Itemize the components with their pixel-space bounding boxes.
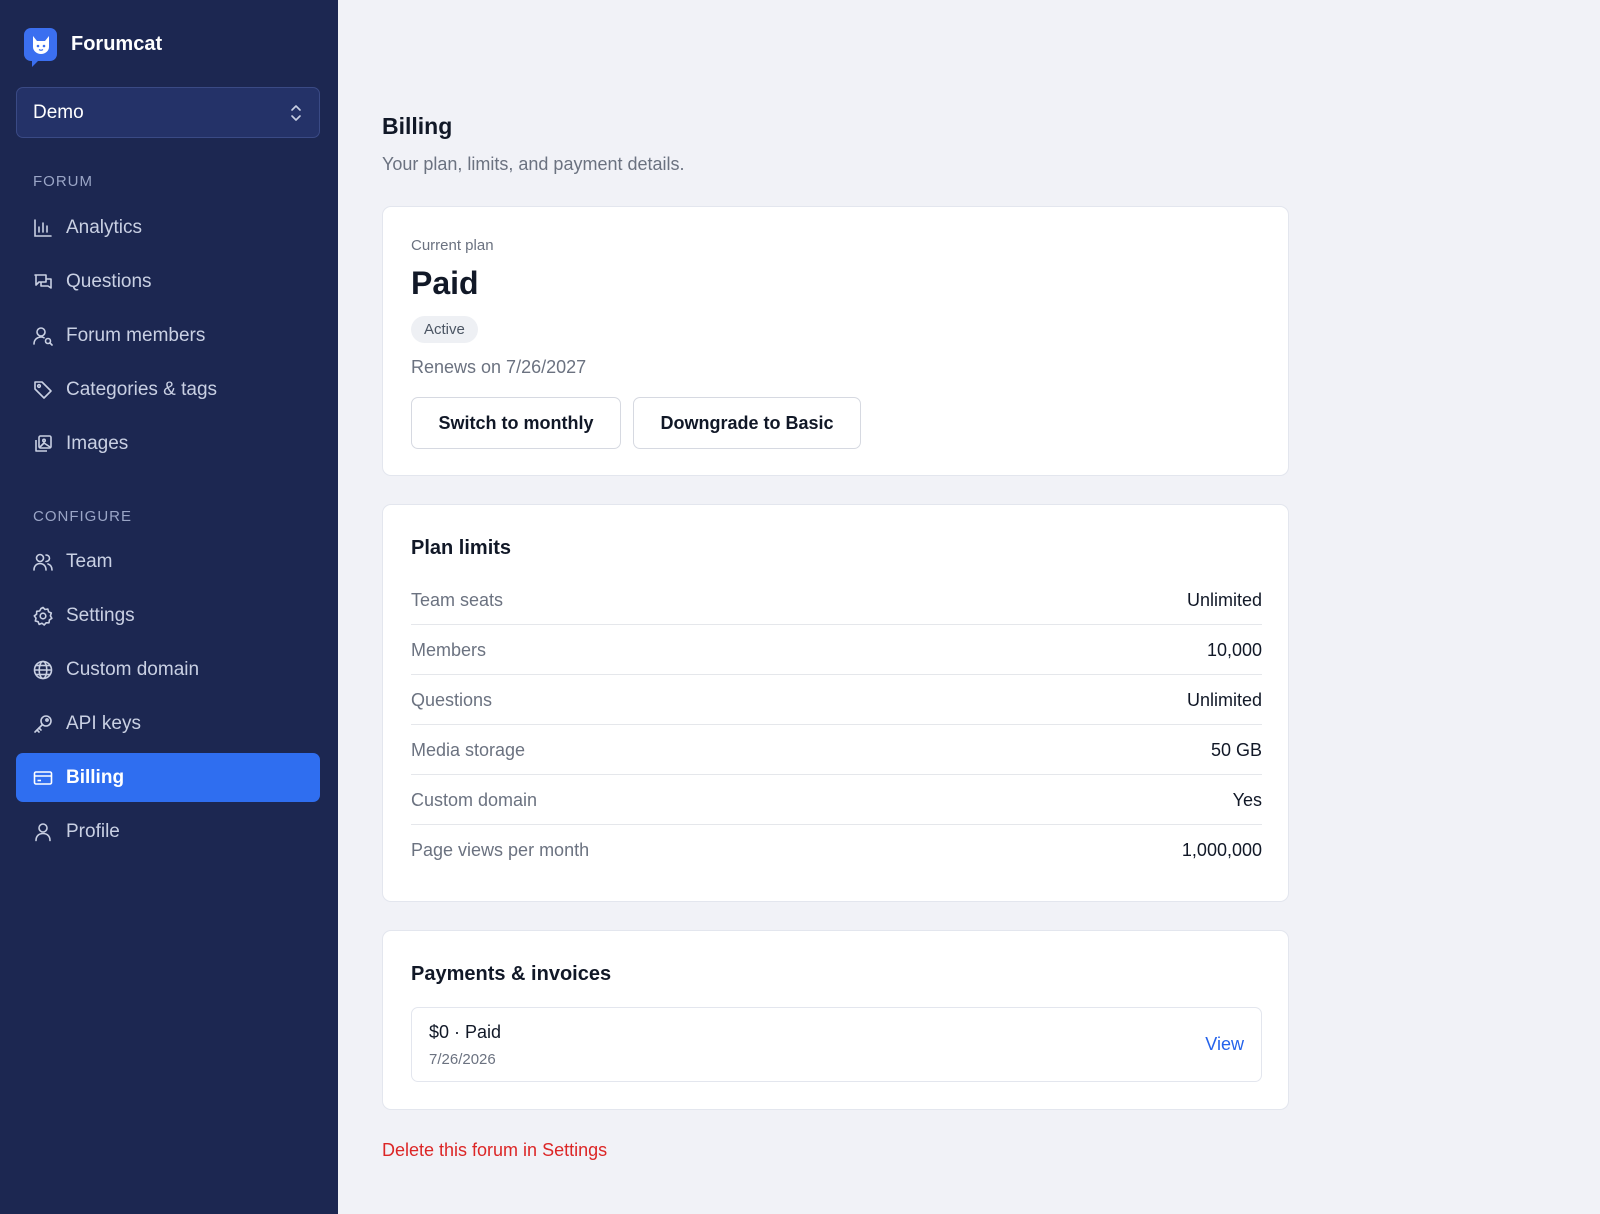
sidebar-item-analytics[interactable]: Analytics [16, 203, 320, 252]
limit-value: Yes [1232, 789, 1262, 810]
plan-name: Paid [411, 265, 479, 301]
section-label-forum: FORUM [33, 173, 93, 190]
limit-label: Questions [411, 689, 493, 710]
limit-row-media-storage: Media storage 50 GB [411, 725, 1262, 775]
limit-value: Unlimited [1186, 689, 1262, 710]
sidebar-item-api-keys[interactable]: API keys [16, 699, 320, 748]
chat-bubbles-icon [33, 272, 53, 292]
globe-icon [33, 660, 53, 680]
workspace-switcher[interactable]: Demo [16, 87, 320, 138]
sidebar-item-label: Team [66, 550, 113, 572]
plan-kicker: Current plan [411, 237, 494, 254]
limit-label: Page views per month [411, 839, 590, 860]
limit-label: Members [411, 639, 487, 660]
limit-value: 10,000 [1206, 639, 1262, 660]
payments-title: Payments & invoices [411, 963, 612, 985]
status-badge: Active [411, 316, 478, 343]
delete-forum-link[interactable]: Delete this forum in Settings [382, 1140, 607, 1161]
sidebar-item-custom-domain[interactable]: Custom domain [16, 645, 320, 694]
limit-row-team-seats: Team seats Unlimited [411, 575, 1262, 625]
key-icon [33, 714, 53, 734]
limit-value: Unlimited [1186, 589, 1262, 610]
limit-label: Custom domain [411, 789, 538, 810]
downgrade-to-basic-button[interactable]: Downgrade to Basic [633, 397, 861, 449]
user-search-icon [33, 326, 53, 346]
users-icon [33, 552, 53, 572]
sidebar-item-label: Categories & tags [66, 378, 218, 400]
sidebar-item-label: Analytics [66, 216, 143, 238]
brand[interactable]: Forumcat [24, 28, 163, 67]
limit-row-questions: Questions Unlimited [411, 675, 1262, 725]
chevron-up-down-icon [291, 104, 301, 121]
renewal-date: Renews on 7/26/2027 [411, 357, 587, 377]
payments-card: Payments & invoices $0 · Paid 7/26/2026 … [382, 930, 1289, 1110]
sidebar-item-label: Billing [66, 766, 125, 788]
sidebar-item-forum-members[interactable]: Forum members [16, 311, 320, 360]
invoice-date: 7/26/2026 [429, 1051, 496, 1068]
sidebar-item-questions[interactable]: Questions [16, 257, 320, 306]
sidebar-item-label: Forum members [66, 324, 206, 346]
bar-chart-icon [33, 218, 53, 238]
limit-value: 50 GB [1210, 739, 1262, 760]
sidebar-item-label: Custom domain [66, 658, 200, 680]
section-label-configure: CONFIGURE [33, 508, 132, 525]
cat-logo-icon [24, 28, 57, 67]
brand-name: Forumcat [71, 33, 163, 55]
sidebar-item-label: Questions [66, 270, 152, 292]
sidebar-item-billing[interactable]: Billing [16, 753, 320, 802]
page-title: Billing [382, 113, 453, 139]
sidebar-item-label: Images [66, 432, 129, 454]
user-icon [33, 822, 53, 842]
workspace-name: Demo [33, 101, 84, 123]
credit-card-icon [33, 768, 53, 788]
limit-label: Media storage [411, 739, 526, 760]
sidebar-item-label: Settings [66, 604, 135, 626]
image-stack-icon [33, 434, 53, 454]
plan-limits-title: Plan limits [411, 537, 512, 559]
gear-icon [33, 606, 53, 626]
page-subtitle: Your plan, limits, and payment details. [382, 154, 685, 174]
limit-label: Team seats [411, 589, 504, 610]
tag-icon [33, 380, 53, 400]
sidebar-item-images[interactable]: Images [16, 419, 320, 468]
view-invoice-link[interactable]: View [1205, 1034, 1244, 1055]
sidebar: Forumcat Demo FORUM Analytics Questions … [0, 0, 338, 1214]
limit-row-members: Members 10,000 [411, 625, 1262, 675]
sidebar-item-team[interactable]: Team [16, 537, 320, 586]
plan-limits-card: Plan limits Team seats Unlimited Members… [382, 504, 1289, 902]
invoice-item: $0 · Paid 7/26/2026 View [411, 1007, 1262, 1082]
sidebar-item-settings[interactable]: Settings [16, 591, 320, 640]
sidebar-item-categories-tags[interactable]: Categories & tags [16, 365, 320, 414]
sidebar-item-label: API keys [66, 712, 141, 734]
current-plan-card: Current plan Paid Active Renews on 7/26/… [382, 206, 1289, 476]
limit-value: 1,000,000 [1181, 839, 1262, 860]
sidebar-item-label: Profile [66, 820, 120, 842]
invoice-amount: $0 · Paid [429, 1022, 502, 1042]
limit-row-page-views: Page views per month 1,000,000 [411, 825, 1262, 875]
switch-to-monthly-button[interactable]: Switch to monthly [411, 397, 621, 449]
limit-row-custom-domain: Custom domain Yes [411, 775, 1262, 825]
sidebar-item-profile[interactable]: Profile [16, 807, 320, 856]
